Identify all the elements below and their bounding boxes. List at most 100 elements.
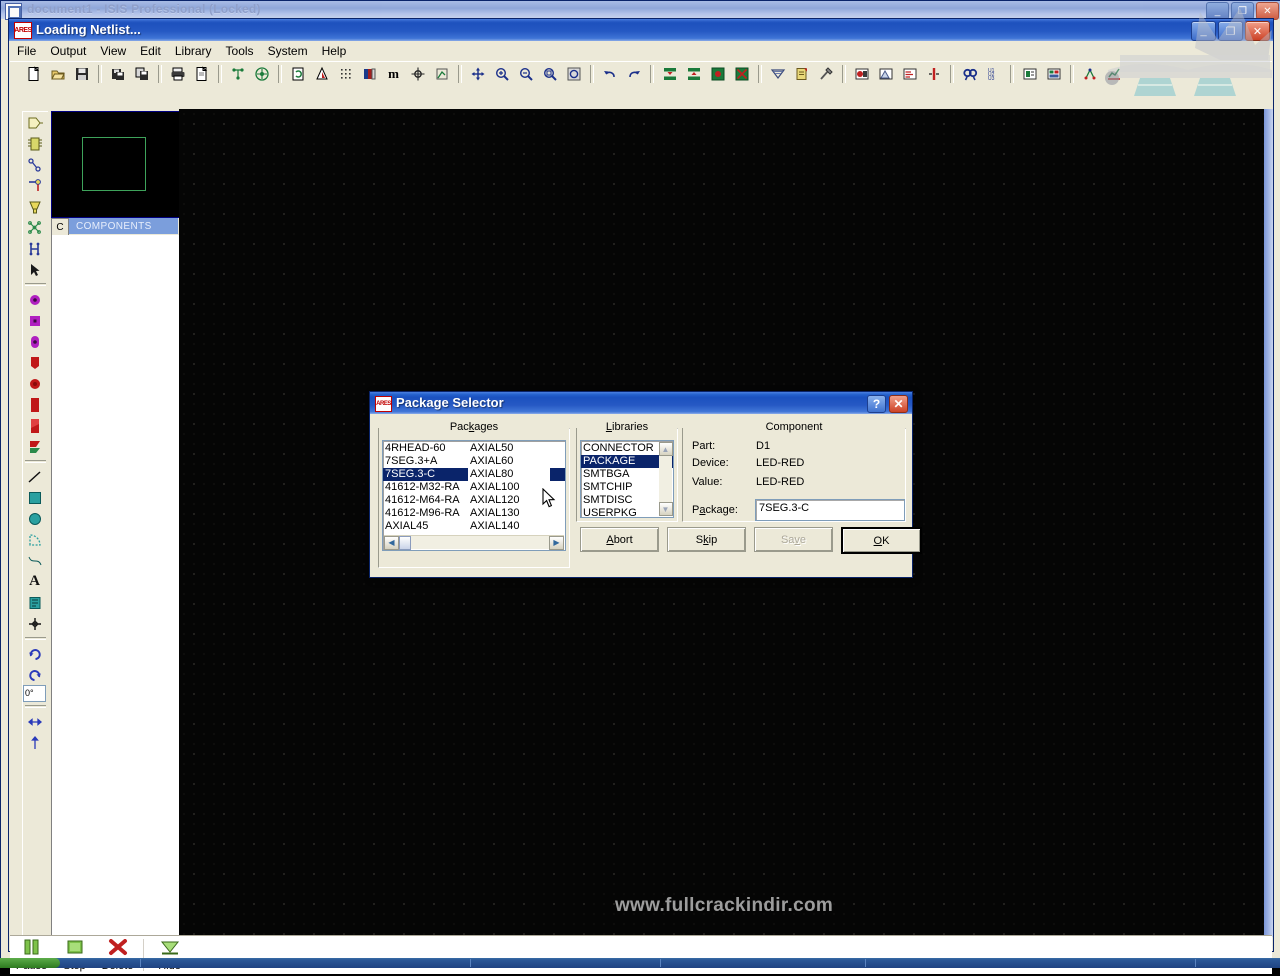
package-row[interactable]: 7SEG.3+AAXIAL60 [383, 455, 565, 468]
menu-library[interactable]: Library [168, 42, 219, 61]
ares-titlebar[interactable]: ARES Loading Netlist... _ ❐ ✕ [9, 19, 1273, 41]
origin-icon[interactable] [406, 63, 429, 86]
package-mode-icon[interactable] [23, 154, 46, 175]
report-icon[interactable] [1102, 63, 1125, 86]
track-mode-icon[interactable] [23, 175, 46, 196]
zoom-in-icon[interactable] [490, 63, 513, 86]
edge-connector-pad-icon[interactable] [23, 352, 46, 373]
close-button[interactable]: ✕ [889, 395, 908, 413]
pan-icon[interactable] [466, 63, 489, 86]
package-row-selected[interactable]: 7SEG.3-CAXIAL80 [383, 468, 565, 481]
scroll-down-icon[interactable]: ▼ [659, 502, 673, 516]
power-plane-icon[interactable] [706, 63, 729, 86]
poly-smt-pad-icon[interactable] [23, 415, 46, 436]
package-row[interactable]: 41612-M64-RAAXIAL120 [383, 494, 565, 507]
package-row[interactable]: 4RHEAD-60AXIAL50 [383, 442, 565, 455]
menu-edit[interactable]: Edit [133, 42, 168, 61]
square-through-pad-icon[interactable] [23, 310, 46, 331]
category-letter-button[interactable]: C [51, 218, 69, 236]
menu-output[interactable]: Output [43, 42, 93, 61]
save-file-icon[interactable] [70, 63, 93, 86]
corner-smt-pad-icon[interactable] [23, 436, 46, 457]
menu-system[interactable]: System [261, 42, 315, 61]
layers-icon[interactable] [358, 63, 381, 86]
path-tool-icon[interactable] [23, 550, 46, 571]
design-rule-check-icon[interactable] [310, 63, 333, 86]
circle-tool-icon[interactable] [23, 508, 46, 529]
ares-restore-button[interactable]: ❐ [1218, 21, 1243, 41]
pointer-icon[interactable] [23, 259, 46, 280]
notes-icon[interactable] [790, 63, 813, 86]
stop-button[interactable]: Stop [53, 936, 96, 976]
import-section-icon[interactable] [106, 63, 129, 86]
zoom-all-icon[interactable] [562, 63, 585, 86]
package-row[interactable]: 41612-M32-RAAXIAL100 [383, 481, 565, 494]
menu-view[interactable]: View [93, 42, 133, 61]
grid-toggle-icon[interactable] [334, 63, 357, 86]
rotate-counterclockwise-icon[interactable] [23, 664, 46, 685]
auto-route-icon[interactable] [682, 63, 705, 86]
connectivity-icon[interactable] [1078, 63, 1101, 86]
clear-plane-icon[interactable] [730, 63, 753, 86]
redo-icon[interactable] [622, 63, 645, 86]
print-area-icon[interactable] [190, 63, 213, 86]
help-button[interactable]: ? [867, 395, 886, 413]
libraries-vscrollbar[interactable]: ▲ ▼ [659, 442, 672, 516]
dil-pad-icon[interactable] [23, 331, 46, 352]
libraries-listbox[interactable]: CONNECTOR PACKAGE SMTBGA SMTCHIP SMTDISC… [580, 440, 674, 518]
new-file-icon[interactable] [22, 63, 45, 86]
refresh-design-icon[interactable] [286, 63, 309, 86]
layer-stack-icon[interactable] [1042, 63, 1065, 86]
rect-smt-pad-icon[interactable] [23, 394, 46, 415]
packages-listbox[interactable]: 4RHEAD-60AXIAL50 7SEG.3+AAXIAL60 7SEG.3-… [382, 440, 566, 551]
edit-layer-icon[interactable] [430, 63, 453, 86]
autorouter-icon[interactable] [850, 63, 873, 86]
netlist-compiler-icon[interactable] [250, 63, 273, 86]
abort-button[interactable]: Abort [580, 527, 659, 552]
copper-pour-icon[interactable] [766, 63, 789, 86]
hide-button[interactable]: Hide [148, 936, 191, 976]
via-mode-icon[interactable] [23, 196, 46, 217]
box-tool-icon[interactable] [23, 487, 46, 508]
ok-button[interactable]: OK [841, 527, 922, 554]
hscroll-thumb[interactable] [399, 536, 411, 550]
gerber-view-icon[interactable] [1018, 63, 1041, 86]
isis-titlebar[interactable]: document1 - ISIS Professional (Locked) _… [1, 1, 1280, 19]
delete-button[interactable]: Delete [96, 936, 139, 976]
circular-smt-pad-icon[interactable] [23, 373, 46, 394]
scroll-up-icon[interactable]: ▲ [659, 442, 673, 456]
rotation-angle-field[interactable]: 0° [23, 685, 46, 702]
auto-place-icon[interactable] [658, 63, 681, 86]
component-mode-icon[interactable] [23, 133, 46, 154]
scroll-left-icon[interactable]: ◀ [384, 536, 399, 550]
zoom-out-icon[interactable] [514, 63, 537, 86]
packages-hscrollbar[interactable]: ◀ ▶ [384, 535, 564, 549]
text-tool-icon[interactable]: A [23, 571, 46, 592]
menu-help[interactable]: Help [315, 42, 354, 61]
numbering-icon[interactable]: U1U2U3 [982, 63, 1005, 86]
menu-file[interactable]: File [10, 42, 43, 61]
track-select-icon[interactable] [922, 63, 945, 86]
ares-minimize-button[interactable]: _ [1191, 21, 1216, 41]
package-selector-titlebar[interactable]: ARES Package Selector ? ✕ [370, 392, 912, 414]
open-file-icon[interactable] [46, 63, 69, 86]
metric-icon[interactable]: m [382, 63, 405, 86]
zone-mode-icon[interactable] [23, 217, 46, 238]
zoom-area-icon[interactable] [538, 63, 561, 86]
marker-tool-icon[interactable] [23, 613, 46, 634]
mirror-horizontal-icon[interactable] [23, 711, 46, 732]
start-button[interactable] [0, 958, 60, 968]
print-icon[interactable] [166, 63, 189, 86]
round-through-pad-icon[interactable] [23, 289, 46, 310]
rotate-clockwise-icon[interactable] [23, 643, 46, 664]
scroll-right-icon[interactable]: ▶ [549, 536, 564, 550]
export-section-icon[interactable] [130, 63, 153, 86]
3d-visualizer-icon[interactable] [874, 63, 897, 86]
skip-button[interactable]: Skip [667, 527, 746, 552]
find-icon[interactable] [958, 63, 981, 86]
menu-tools[interactable]: Tools [219, 42, 261, 61]
package-row[interactable]: 41612-M96-RAAXIAL130 [383, 507, 565, 520]
ratsnest-tool-icon[interactable] [814, 63, 837, 86]
package-row[interactable]: AXIAL45AXIAL140 [383, 520, 565, 533]
ares-close-button[interactable]: ✕ [1245, 21, 1270, 41]
